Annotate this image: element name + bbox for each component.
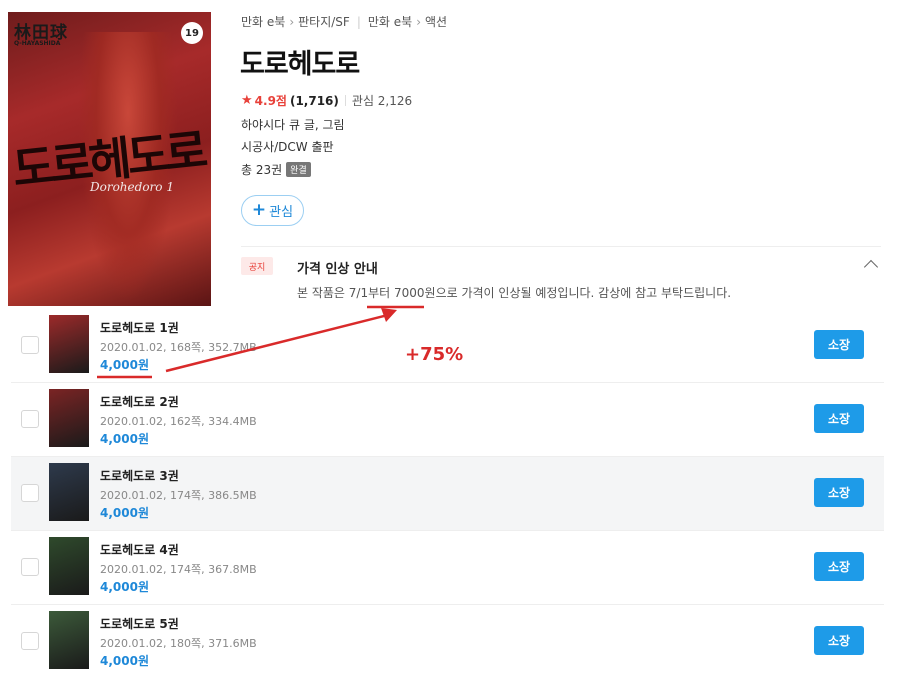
arrow-line xyxy=(165,313,389,373)
annotation-overlay xyxy=(97,305,424,379)
price-increase-annotation: +75% xyxy=(405,344,464,365)
